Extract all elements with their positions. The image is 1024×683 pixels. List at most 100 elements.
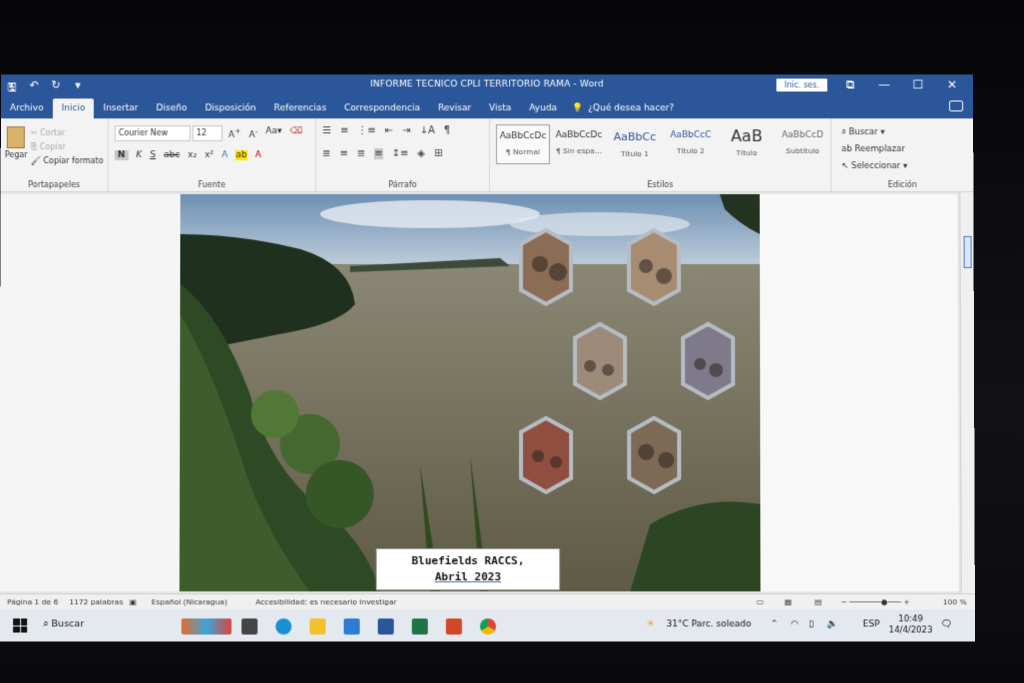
- italic-icon[interactable]: K: [136, 150, 142, 160]
- numbering-icon[interactable]: ≡: [340, 125, 348, 136]
- excel-icon[interactable]: [411, 618, 428, 635]
- document-page[interactable]: Bluefields RACCS, Abril 2023: [179, 194, 761, 592]
- tab-insertar[interactable]: Insertar: [94, 103, 147, 118]
- clear-format-icon[interactable]: ⌫: [290, 126, 303, 140]
- tab-referencias[interactable]: Referencias: [265, 103, 335, 118]
- underline-icon[interactable]: S: [150, 150, 156, 160]
- clock[interactable]: 10:49 14/4/2023: [889, 614, 933, 636]
- bullets-icon[interactable]: ☰: [322, 125, 331, 136]
- justify-icon[interactable]: ≡: [374, 148, 383, 160]
- zoom-level[interactable]: 100 %: [943, 597, 967, 606]
- increase-indent-icon[interactable]: ⇥: [402, 125, 410, 136]
- page-count[interactable]: Página 1 de 6: [7, 597, 58, 606]
- read-mode-icon[interactable]: ▭: [756, 597, 763, 606]
- task-view-icon[interactable]: [241, 618, 258, 635]
- vertical-scrollbar[interactable]: [959, 192, 975, 594]
- find-button[interactable]: ⌕ Buscar ▾: [841, 124, 907, 141]
- tab-ayuda[interactable]: Ayuda: [520, 103, 566, 118]
- chevron-up-icon[interactable]: ⌃: [771, 619, 779, 629]
- cut-button[interactable]: ✂ Cortar: [31, 126, 104, 140]
- chrome-icon[interactable]: [479, 618, 497, 635]
- change-case-icon[interactable]: Aa▾: [266, 126, 282, 140]
- tab-diseno[interactable]: Diseño: [147, 103, 196, 118]
- wifi-icon[interactable]: ◠: [791, 619, 799, 629]
- accessibility-status[interactable]: Accesibilidad: es necesario investigar: [256, 597, 397, 606]
- style-name: ¶ Normal: [505, 147, 541, 157]
- paste-button[interactable]: Pegar: [5, 126, 27, 159]
- clock-date: 14/4/2023: [888, 625, 933, 636]
- lightbulb-icon: 💡: [571, 103, 584, 114]
- tab-revisar[interactable]: Revisar: [429, 103, 480, 118]
- font-size-select[interactable]: 12: [192, 125, 223, 142]
- shading-icon[interactable]: ◈: [417, 148, 425, 159]
- pilcrow-icon[interactable]: ¶: [444, 125, 450, 136]
- notification-icon[interactable]: 🗨: [941, 619, 952, 629]
- style-sin-espaciado[interactable]: AaBbCcDc ¶ Sin espa...: [552, 124, 606, 164]
- select-button[interactable]: ↖ Seleccionar ▾: [841, 158, 907, 175]
- style-preview: AaBbCcD: [781, 130, 824, 141]
- line-spacing-icon[interactable]: ↕≡: [392, 148, 409, 159]
- style-normal[interactable]: AaBbCcDc ¶ Normal: [495, 124, 550, 165]
- style-titulo[interactable]: AaB Título: [720, 124, 774, 164]
- subscript-icon[interactable]: x₂: [188, 150, 197, 160]
- sign-in-button[interactable]: Inic. ses.: [776, 78, 828, 92]
- battery-icon[interactable]: ▯: [809, 619, 814, 629]
- proofing-icon[interactable]: ▣: [129, 597, 136, 606]
- tab-correspondencia[interactable]: Correspondencia: [335, 103, 429, 118]
- font-family-select[interactable]: Courier New: [114, 125, 191, 142]
- font-color-icon[interactable]: A: [255, 150, 261, 160]
- align-left-icon[interactable]: ≣: [322, 148, 330, 159]
- weather-text[interactable]: 31°C Parc. soleado: [666, 619, 751, 629]
- clipboard-icon: [6, 126, 25, 149]
- minimize-icon[interactable]: —: [867, 77, 901, 93]
- comments-icon[interactable]: [949, 100, 964, 112]
- web-layout-icon[interactable]: ▤: [815, 597, 822, 606]
- replace-button[interactable]: ab Reemplazar: [841, 141, 907, 158]
- tab-vista[interactable]: Vista: [480, 103, 520, 118]
- powerpoint-icon[interactable]: [445, 618, 462, 635]
- scrollbar-thumb[interactable]: [963, 236, 972, 269]
- grow-font-icon[interactable]: A+: [228, 126, 240, 140]
- multilevel-icon[interactable]: ⋮≡: [358, 125, 376, 136]
- text-effects-icon[interactable]: A: [222, 150, 228, 160]
- style-preview: AaBbCcDc: [555, 130, 603, 141]
- tab-disposicion[interactable]: Disposición: [196, 103, 265, 118]
- edge-icon[interactable]: [275, 618, 292, 635]
- tab-inicio[interactable]: Inicio: [52, 98, 95, 119]
- superscript-icon[interactable]: x²: [205, 150, 214, 160]
- word-icon[interactable]: [377, 618, 394, 635]
- word-count[interactable]: 1172 palabras: [69, 597, 123, 606]
- print-layout-icon[interactable]: ▦: [785, 597, 792, 606]
- language-status[interactable]: Español (Nicaragua): [151, 597, 227, 606]
- strikethrough-icon[interactable]: abc: [164, 150, 180, 160]
- align-right-icon[interactable]: ≣: [357, 148, 365, 159]
- style-subtitulo[interactable]: AaBbCcD Subtítulo: [775, 124, 829, 164]
- copy-button[interactable]: ⎘ Copiar: [31, 140, 104, 154]
- ribbon-display-icon[interactable]: ⧉: [833, 77, 867, 93]
- zoom-slider[interactable]: − ───────●─── +: [841, 597, 910, 606]
- document-area: Bluefields RACCS, Abril 2023: [0, 192, 975, 594]
- input-language[interactable]: ESP: [863, 619, 880, 629]
- styles-group-label: Estilos: [647, 180, 674, 190]
- style-titulo-1[interactable]: AaBbCc Título 1: [608, 124, 662, 164]
- windows-start-icon[interactable]: [13, 618, 28, 633]
- bold-icon[interactable]: N: [114, 150, 129, 161]
- align-center-icon[interactable]: ≡: [340, 148, 348, 159]
- highlight-icon[interactable]: ab: [235, 150, 248, 161]
- taskbar-search[interactable]: ⌕ Buscar: [43, 618, 84, 629]
- style-titulo-2[interactable]: AaBbCcC Título 2: [664, 124, 718, 164]
- decrease-indent-icon[interactable]: ⇤: [385, 125, 393, 136]
- tab-archivo[interactable]: Archivo: [1, 103, 53, 118]
- search-highlight-icon[interactable]: [181, 618, 232, 635]
- close-icon[interactable]: ✕: [935, 77, 969, 93]
- maximize-icon[interactable]: ☐: [901, 77, 935, 93]
- format-painter-button[interactable]: 🖌 Copiar formato: [31, 154, 104, 168]
- mail-icon[interactable]: [343, 618, 360, 635]
- borders-icon[interactable]: ⊞: [434, 148, 442, 159]
- file-explorer-icon[interactable]: [309, 618, 326, 635]
- tell-me-box[interactable]: 💡 ¿Qué desea hacer?: [566, 103, 680, 118]
- shrink-font-icon[interactable]: A-: [249, 126, 258, 140]
- sort-icon[interactable]: ↓A: [420, 125, 435, 136]
- volume-icon[interactable]: 🔈: [827, 619, 838, 629]
- paragraph-group: ☰ ≡ ⋮≡ ⇤ ⇥ ↓A ¶ ≣ ≡ ≣ ≡ ↕≡ ◈ ⊞ Párrafo: [316, 118, 490, 193]
